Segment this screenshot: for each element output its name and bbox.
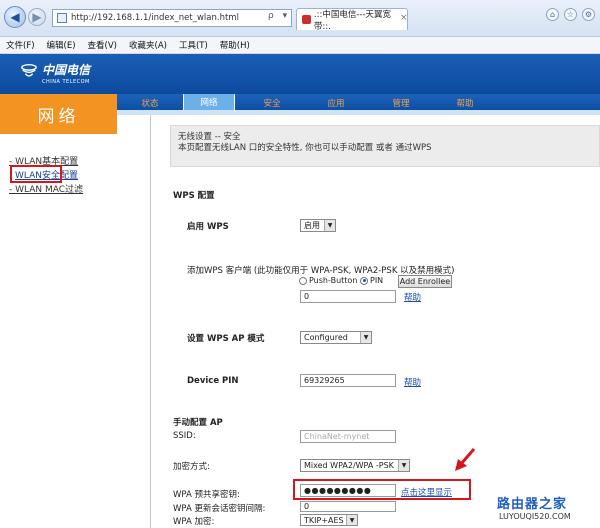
sidebar-highlight-box: [10, 165, 62, 183]
encryption-select[interactable]: Mixed WPA2/WPA -PSK ▼: [300, 459, 410, 472]
menu-view[interactable]: 查看(V): [88, 39, 117, 51]
brand-name-en: CHINA TELECOM: [42, 79, 90, 85]
wps-enable-select[interactable]: 启用 ▼: [300, 219, 336, 232]
radio-pin-label: PIN: [370, 276, 384, 285]
brand-name-cn: 中国电信: [42, 63, 91, 77]
sidebar-item-wlan-mac-filter[interactable]: - WLAN MAC过滤: [9, 182, 83, 195]
wps-ap-mode-select[interactable]: Configured ▼: [300, 331, 372, 344]
content-gutter: [117, 115, 126, 528]
tab-close-icon[interactable]: ×: [400, 13, 408, 23]
info-box: 无线设置 -- 安全 本页配置无线LAN 口的安全特性, 你也可以手动配置 或者…: [170, 125, 600, 167]
ssid-input[interactable]: ChinaNet-mynet: [300, 430, 396, 443]
device-pin-help-link[interactable]: 帮助: [404, 376, 421, 388]
chevron-down-icon: ▼: [398, 460, 409, 471]
home-icon[interactable]: ⌂: [546, 8, 559, 21]
tab-network[interactable]: 网络: [183, 94, 235, 110]
add-enrollee-button[interactable]: Add Enrollee: [398, 275, 452, 288]
wps-enable-value: 启用: [304, 221, 320, 230]
device-pin-field[interactable]: 69329265: [300, 374, 396, 387]
psk-highlight-box: [293, 479, 471, 500]
divider: [150, 115, 151, 528]
tab-title: .::中国电信---天翼宽带::.: [313, 9, 392, 32]
brand-bar: 中国电信 CHINA TELECOM: [0, 54, 600, 94]
menu-file[interactable]: 文件(F): [6, 39, 35, 51]
address-bar[interactable]: http://192.168.1.1/index_net_wlan.html: [52, 9, 292, 27]
radio-push-button[interactable]: Push-Button: [299, 276, 357, 285]
info-title: 无线设置 -- 安全: [178, 132, 241, 142]
wpa-encryption-label: WPA 加密:: [173, 517, 215, 527]
radio-pin[interactable]: PIN: [360, 276, 383, 285]
wpa-encryption-value: TKIP+AES: [304, 515, 344, 525]
menu-tools[interactable]: 工具(T): [179, 39, 208, 51]
browser-toolbar: ◀ ▶ http://192.168.1.1/index_net_wlan.ht…: [0, 0, 600, 37]
menu-edit[interactable]: 编辑(E): [47, 39, 76, 51]
wps-ap-mode-value: Configured: [304, 333, 348, 342]
favorites-star-icon[interactable]: ☆: [564, 8, 577, 21]
menu-favorites[interactable]: 收藏夹(A): [129, 39, 167, 51]
psk-label: WPA 预共享密钥:: [173, 490, 240, 500]
encryption-label: 加密方式:: [173, 462, 210, 472]
chevron-down-icon: ▼: [346, 515, 357, 525]
tab-help[interactable]: 帮助: [443, 96, 487, 109]
forward-button[interactable]: ▶: [28, 8, 46, 26]
radio-circle-icon: [299, 276, 307, 285]
sub-nav-strip: [117, 110, 600, 115]
wps-section-title: WPS 配置: [173, 191, 215, 201]
menu-bar: 文件(F) 编辑(E) 查看(V) 收藏夹(A) 工具(T) 帮助(H): [0, 37, 600, 54]
favicon-icon: [302, 15, 311, 24]
chevron-down-icon: ▼: [324, 220, 335, 231]
chevron-down-icon: ▼: [360, 332, 371, 343]
radio-push-label: Push-Button: [309, 276, 358, 285]
watermark-logo: 路由器之家 LUYOUQI520.COM: [497, 493, 597, 526]
rekey-interval-label: WPA 更新会话密钥间隔:: [173, 504, 266, 514]
page-icon: [57, 13, 67, 23]
encryption-value: Mixed WPA2/WPA -PSK: [304, 461, 394, 470]
china-telecom-logo-icon: [21, 63, 37, 77]
back-button[interactable]: ◀: [4, 6, 26, 28]
tab-status[interactable]: 状态: [128, 96, 172, 109]
info-description: 本页配置无线LAN 口的安全特性, 你也可以手动配置 或者 通过WPS: [178, 143, 432, 153]
gear-icon[interactable]: ⚙: [582, 8, 595, 21]
wps-enable-label: 启用 WPS: [187, 222, 229, 232]
watermark-url: LUYOUQI520.COM: [499, 512, 571, 521]
watermark-title: 路由器之家: [497, 497, 568, 512]
device-pin-label: Device PIN: [187, 376, 239, 386]
red-arrow-pointer-icon: [455, 448, 476, 471]
browser-tab[interactable]: .::中国电信---天翼宽带::.: [296, 8, 408, 32]
tab-management[interactable]: 管理: [379, 96, 423, 109]
address-text: http://192.168.1.1/index_net_wlan.html: [71, 13, 239, 23]
tab-security[interactable]: 安全: [250, 96, 294, 109]
enrollee-pin-input[interactable]: 0: [300, 290, 396, 303]
browser-right-icons: ⌂ ☆ ⚙: [546, 8, 595, 21]
wpa-encryption-select[interactable]: TKIP+AES ▼: [300, 514, 358, 526]
arrow-right-icon: ▶: [32, 10, 42, 24]
wps-help-link[interactable]: 帮助: [404, 291, 421, 303]
arrow-left-icon: ◀: [10, 10, 20, 24]
radio-circle-icon: [360, 276, 368, 285]
tab-application[interactable]: 应用: [314, 96, 358, 109]
section-title: 网络: [0, 94, 117, 134]
manual-ap-section-title: 手动配置 AP: [173, 418, 223, 428]
ssid-label: SSID:: [173, 431, 196, 441]
rekey-interval-input[interactable]: 0: [300, 501, 396, 512]
menu-help[interactable]: 帮助(H): [220, 39, 250, 51]
wps-ap-mode-label: 设置 WPS AP 模式: [187, 334, 265, 344]
